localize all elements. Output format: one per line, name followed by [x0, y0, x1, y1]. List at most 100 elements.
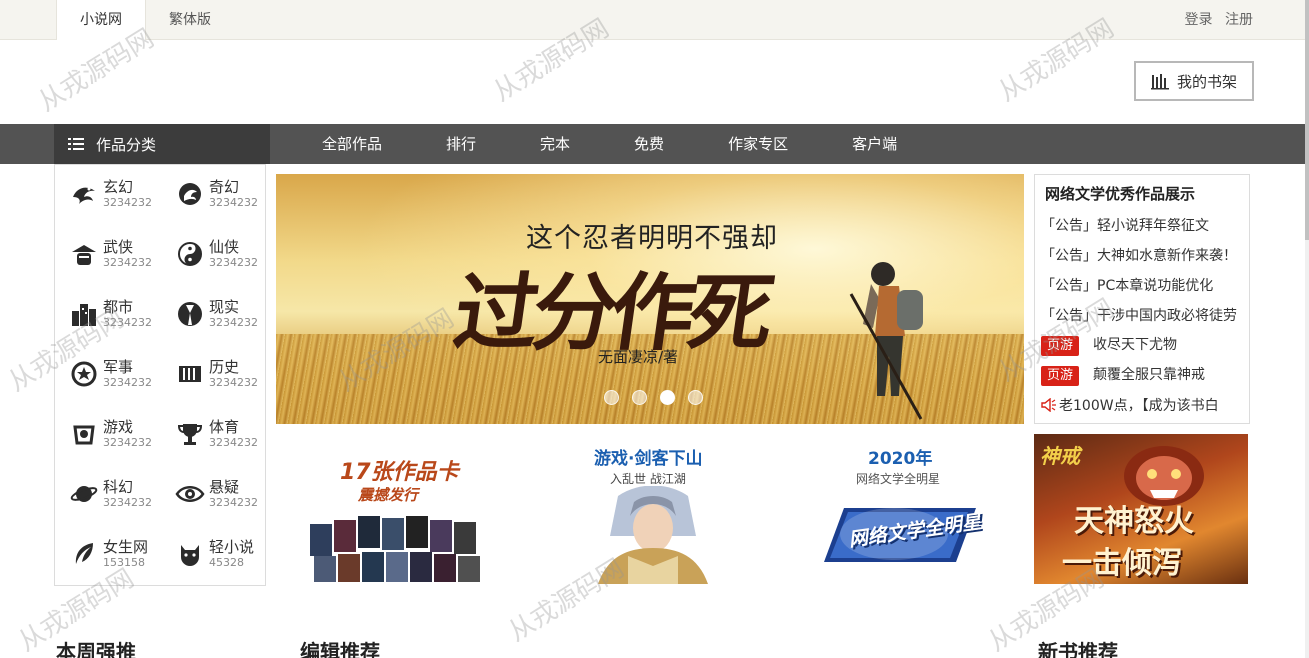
dragon-icon: [73, 187, 95, 204]
category-nvsheng[interactable]: 女生网 153158: [55, 529, 155, 579]
category-name: 游戏: [103, 418, 134, 436]
category-name: 科幻: [103, 478, 134, 496]
carousel-dot[interactable]: [604, 390, 619, 405]
carousel-dot[interactable]: [688, 390, 703, 405]
category-count: 3234232: [209, 496, 258, 509]
category-junshi[interactable]: 军事 3234232: [55, 349, 155, 399]
nav-item-rank[interactable]: 排行: [446, 124, 476, 164]
promo-title: 2020年: [868, 449, 933, 469]
book-covers-illustration: [310, 516, 480, 582]
promo-subtitle: 入乱世 战江湖: [610, 472, 686, 486]
notice-link[interactable]: 「公告」PC本章说功能优化: [1041, 275, 1247, 295]
game-ad-link[interactable]: 页游 收尽天下尤物: [1041, 334, 1247, 356]
promo-subtitle: 震撼发行: [358, 486, 419, 504]
category-xuanhuan[interactable]: 玄幻 3234232: [55, 169, 155, 219]
notice-link[interactable]: 「公告」轻小说拜年祭征文: [1041, 215, 1247, 235]
category-name: 军事: [103, 358, 134, 376]
category-wuxia[interactable]: 武侠 3234232: [55, 229, 155, 279]
scrollbar-thumb[interactable]: [1305, 0, 1309, 240]
military-badge-icon: [71, 361, 97, 387]
section-title-editor: 编辑推荐: [300, 640, 380, 658]
game-ad-link[interactable]: 页游 颠覆全服只靠神戒: [1041, 364, 1247, 386]
nav-item-all[interactable]: 全部作品: [322, 124, 382, 164]
carousel-dot-active[interactable]: [660, 390, 675, 405]
cat-icon: [181, 545, 199, 566]
category-count: 3234232: [209, 436, 258, 449]
category-xianshi[interactable]: 现实 3234232: [161, 289, 261, 339]
tab-site[interactable]: 小说网: [56, 0, 146, 40]
planet-icon: [70, 486, 98, 502]
eye-icon: [175, 486, 205, 502]
announcement-panel: 网络文学优秀作品展示 「公告」轻小说拜年祭征文 「公告」大神如水意新作来袭！ 「…: [1034, 174, 1250, 424]
nav-item-free[interactable]: 免费: [634, 124, 664, 164]
category-count: 45328: [209, 556, 244, 569]
category-qingxiaoshuo[interactable]: 轻小说 45328: [161, 529, 261, 579]
swordsman-hat-icon: [72, 245, 96, 265]
bookshelf-button[interactable]: 我的书架: [1134, 61, 1254, 101]
phoenix-icon: [179, 183, 201, 205]
carousel-dot[interactable]: [632, 390, 647, 405]
category-tiyu[interactable]: 体育 3234232: [161, 409, 261, 459]
game-logo: 神戒: [1040, 444, 1080, 468]
banner-author: 无面凄凉/著: [598, 348, 679, 366]
promo-headline: 一击倾泻: [1062, 546, 1182, 581]
banner-carousel[interactable]: 这个忍者明明不强却 过分作死 无面凄凉/著: [276, 174, 1024, 424]
scroll-icon: [179, 366, 201, 382]
section-title-new-books: 新书推荐: [1038, 640, 1118, 658]
category-count: 3234232: [209, 196, 258, 209]
nav-item-client[interactable]: 客户端: [852, 124, 897, 164]
game-ad-text: 收尽天下尤物: [1093, 337, 1178, 353]
promo-game-swordsman[interactable]: 游戏·剑客下山 入乱世 战江湖: [548, 434, 748, 584]
tab-traditional[interactable]: 繁体版: [150, 0, 230, 40]
category-dushi[interactable]: 都市 3234232: [55, 289, 155, 339]
notice-link[interactable]: 「公告」大神如水意新作来袭！: [1041, 245, 1247, 265]
category-name: 现实: [209, 298, 240, 316]
category-xuanyi[interactable]: 悬疑 3234232: [161, 469, 261, 519]
gamepad-icon: [73, 425, 95, 445]
promo-headline: 天神怒火: [1074, 504, 1194, 539]
trophy-icon: [177, 424, 203, 445]
category-lishi[interactable]: 历史 3234232: [161, 349, 261, 399]
login-link[interactable]: 登录: [1185, 12, 1213, 28]
category-name: 玄幻: [103, 178, 134, 196]
register-link[interactable]: 注册: [1225, 12, 1253, 28]
hero-figure-illustration: [849, 262, 923, 420]
category-name: 历史: [209, 358, 240, 376]
category-panel: 玄幻 3234232 奇幻 3234232 武侠 3234232 仙侠 3234232 …: [54, 164, 266, 586]
category-count: 3234232: [103, 496, 152, 509]
game-ad-text: 颠覆全服只靠神戒: [1093, 367, 1206, 383]
category-name: 仙侠: [209, 238, 240, 256]
auth-links: 登录 注册: [1177, 0, 1253, 40]
category-menu-button[interactable]: 作品分类: [54, 124, 270, 164]
promo-all-stars[interactable]: 2020年 网络文学全明星 网络文学全明星: [800, 434, 1000, 584]
category-qihuan[interactable]: 奇幻 3234232: [161, 169, 261, 219]
category-count: 3234232: [103, 316, 152, 329]
page-scrollbar[interactable]: [1305, 0, 1309, 658]
promo-game-divine-ring[interactable]: 神戒 天神怒火 一击倾泻: [1034, 434, 1248, 584]
category-count: 153158: [103, 556, 145, 569]
category-xianxia[interactable]: 仙侠 3234232: [161, 229, 261, 279]
promo-title: 游戏·剑客下山: [594, 449, 703, 469]
category-kehuan[interactable]: 科幻 3234232: [55, 469, 155, 519]
category-youxi[interactable]: 游戏 3234232: [55, 409, 155, 459]
category-name: 轻小说: [209, 538, 255, 556]
notice-link[interactable]: 「公告」干涉中国内政必将徒劳: [1041, 305, 1247, 325]
nav-item-finished[interactable]: 完本: [540, 124, 570, 164]
category-count: 3234232: [103, 376, 152, 389]
carousel-dots: [604, 390, 703, 405]
yin-yang-icon: [178, 242, 202, 266]
ticker-row[interactable]: 老100W点，【成为该书白: [1041, 395, 1247, 415]
main-nav: 作品分类 全部作品 排行 完本 免费 作家专区 客户端: [0, 124, 1309, 164]
promo-card-collection[interactable]: 17张作品卡 震撼发行: [300, 434, 500, 584]
category-name: 女生网: [103, 538, 149, 556]
nav-item-author-zone[interactable]: 作家专区: [728, 124, 788, 164]
promo-title: 17张作品卡: [340, 460, 459, 485]
category-name: 都市: [103, 298, 134, 316]
category-name: 武侠: [103, 238, 134, 256]
category-count: 3234232: [103, 196, 152, 209]
category-count: 3234232: [209, 376, 258, 389]
list-icon: [68, 138, 84, 150]
category-count: 3234232: [103, 436, 152, 449]
suit-icon: [178, 302, 202, 326]
category-count: 3234232: [209, 316, 258, 329]
